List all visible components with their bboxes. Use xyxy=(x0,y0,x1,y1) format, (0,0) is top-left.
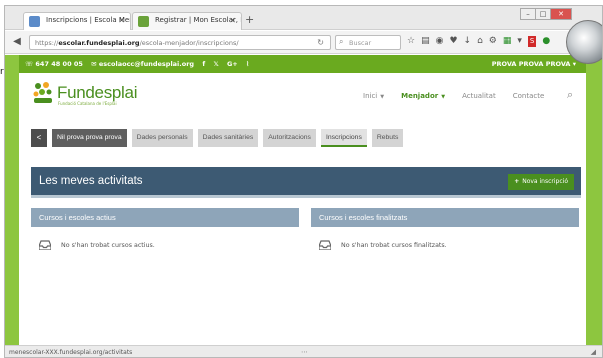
panel-header: Cursos i escoles finalitzats xyxy=(311,208,579,227)
chevron-down-icon: ▾ xyxy=(572,60,576,68)
menu-item-menjador[interactable]: Menjador ▼ xyxy=(401,92,445,100)
rss-icon[interactable]: ⌇ xyxy=(246,60,249,68)
site-top-bar: ☏ 647 48 00 05 ✉ escolaocc@fundesplai.or… xyxy=(19,55,586,73)
menu-chevron-icon[interactable]: ▾ xyxy=(517,36,522,47)
download-icon[interactable]: ↓ xyxy=(464,36,472,47)
logo-tagline: Fundació Catalana de l'Esplai xyxy=(58,101,117,106)
email-icon: ✉ xyxy=(91,60,97,68)
close-tab-icon[interactable]: ✕ xyxy=(118,16,125,25)
tab-bar: Inscripcions | Escola Menja... ✕ Registr… xyxy=(5,6,602,30)
adblock-icon[interactable]: S xyxy=(527,36,537,47)
chevron-down-icon: ▼ xyxy=(380,94,385,100)
tab-rebuts[interactable]: Rebuts xyxy=(371,129,404,147)
google-plus-icon[interactable]: G+ xyxy=(227,60,238,68)
menu-item-contacte[interactable]: Contacte xyxy=(513,92,545,100)
search-icon: ⌕ xyxy=(339,37,344,46)
logo-name: Fundesplai xyxy=(57,83,138,102)
close-window-icon[interactable]: ✕ xyxy=(550,8,572,20)
minimize-icon[interactable]: – xyxy=(520,8,536,20)
tab-child-name[interactable]: Nil prova prova prova xyxy=(52,129,127,147)
pocket-icon[interactable]: ♥ xyxy=(449,36,457,47)
close-tab-icon[interactable]: ✕ xyxy=(229,16,236,25)
navigation-bar: ◀ https://escolar.fundesplai.org/escola-… xyxy=(5,31,602,54)
reload-icon[interactable]: ↻ xyxy=(317,38,324,47)
browser-logo-icon xyxy=(566,20,602,64)
extension-green-icon[interactable]: ● xyxy=(542,36,550,47)
browser-window: Inscripcions | Escola Menja... ✕ Registr… xyxy=(4,5,603,358)
back-arrow-icon[interactable]: ◀ xyxy=(10,35,24,49)
phone-icon: ☏ xyxy=(25,60,34,68)
panel-body: No s'han trobat cursos actius. xyxy=(31,227,299,263)
new-tab-button[interactable]: + xyxy=(245,13,254,26)
window-controls: – □ ✕ xyxy=(520,8,572,20)
empty-tray-icon xyxy=(319,240,331,250)
url-prefix: https:// xyxy=(35,39,59,47)
search-placeholder: Buscar xyxy=(349,39,372,47)
status-bar: menescolar-XXX.fundesplai.org/activitats… xyxy=(5,345,602,357)
plus-icon: + xyxy=(514,178,520,185)
twitter-icon[interactable]: 𝕏 xyxy=(213,60,218,68)
home-icon[interactable]: ⌂ xyxy=(477,36,483,47)
status-url: menescolar-XXX.fundesplai.org/activitats xyxy=(9,349,133,356)
addon-icon[interactable]: ⚙ xyxy=(489,36,497,47)
menu-item-actualitat[interactable]: Actualitat xyxy=(462,92,496,100)
url-host: escolar.fundesplai.org xyxy=(58,39,140,47)
maximize-icon[interactable]: □ xyxy=(535,8,551,20)
content-sheet: Fundesplai Fundació Catalana de l'Esplai… xyxy=(19,73,586,345)
panel-body: No s'han trobat cursos finalitzats. xyxy=(311,227,579,263)
reading-list-icon[interactable]: ▤ xyxy=(421,36,430,47)
student-tabs: < Nil prova prova prova Dades personals … xyxy=(31,129,408,147)
site-logo[interactable]: Fundesplai Fundació Catalana de l'Esplai xyxy=(32,81,152,107)
bookmark-star-icon[interactable]: ☆ xyxy=(407,36,415,47)
tab-autoritzacions[interactable]: Autoritzacions xyxy=(263,129,316,147)
site-favicon-icon xyxy=(138,16,149,27)
phone-number[interactable]: 647 48 00 05 xyxy=(35,60,83,68)
empty-message: No s'han trobat cursos actius. xyxy=(61,242,155,249)
empty-tray-icon xyxy=(39,240,51,250)
new-enrollment-label: Nova inscripció xyxy=(522,178,568,185)
back-button[interactable]: < xyxy=(31,129,47,147)
sync-icon[interactable]: ◉ xyxy=(436,36,444,47)
active-courses-panel: Cursos i escoles actius No s'han trobat … xyxy=(31,208,299,263)
site-search-icon[interactable]: ⌕ xyxy=(567,88,573,102)
main-menu: Inici ▼ Menjador ▼ Actualitat Contacte xyxy=(363,92,561,100)
browser-search-input[interactable]: ⌕ Buscar xyxy=(335,35,401,50)
resize-grip-icon[interactable]: ◢ xyxy=(591,348,596,356)
menu-item-inici[interactable]: Inici ▼ xyxy=(363,92,384,100)
school-selector[interactable]: PROVA PROVA PROVA ▾ xyxy=(492,60,576,68)
people-logo-icon xyxy=(33,82,52,103)
scroll-grip-icon[interactable]: ⋯ xyxy=(301,348,308,356)
tab-inscripcions[interactable]: Inscripcions xyxy=(320,129,367,147)
school-selector-label: PROVA PROVA PROVA xyxy=(491,60,571,68)
browser-toolbar: ☆ ▤ ◉ ♥ ↓ ⌂ ⚙ ▦ ▾ S ● xyxy=(407,36,550,47)
new-enrollment-button[interactable]: + Nova inscripció xyxy=(508,174,574,190)
activities-header: Les meves activitats + Nova inscripció xyxy=(31,167,581,198)
url-path: /escola-menjador/inscripcions/ xyxy=(139,39,239,47)
address-bar[interactable]: https://escolar.fundesplai.org/escola-me… xyxy=(29,35,331,50)
email-address[interactable]: escolaocc@fundesplai.org xyxy=(99,60,194,68)
site-favicon-icon xyxy=(29,16,40,27)
extension-icon[interactable]: ▦ xyxy=(503,36,512,47)
tab-dades-sanitaries[interactable]: Dades sanitàries xyxy=(197,129,259,147)
facebook-icon[interactable]: f xyxy=(202,60,205,68)
browser-tab-inscripcions[interactable]: Inscripcions | Escola Menja... ✕ xyxy=(23,12,131,30)
menu-label: Inici xyxy=(363,92,378,100)
finished-courses-panel: Cursos i escoles finalitzats No s'han tr… xyxy=(311,208,579,263)
chevron-down-icon: ▼ xyxy=(441,94,446,100)
empty-message: No s'han trobat cursos finalitzats. xyxy=(341,242,447,249)
web-page: ☏ 647 48 00 05 ✉ escolaocc@fundesplai.or… xyxy=(5,55,602,345)
browser-tab-registrar[interactable]: Registrar | Mon Escolar, Esc... ✕ xyxy=(132,12,242,30)
menu-label: Menjador xyxy=(401,92,439,100)
panel-header: Cursos i escoles actius xyxy=(31,208,299,227)
tab-dades-personals[interactable]: Dades personals xyxy=(131,129,193,147)
page-title: Les meves activitats xyxy=(39,175,143,187)
